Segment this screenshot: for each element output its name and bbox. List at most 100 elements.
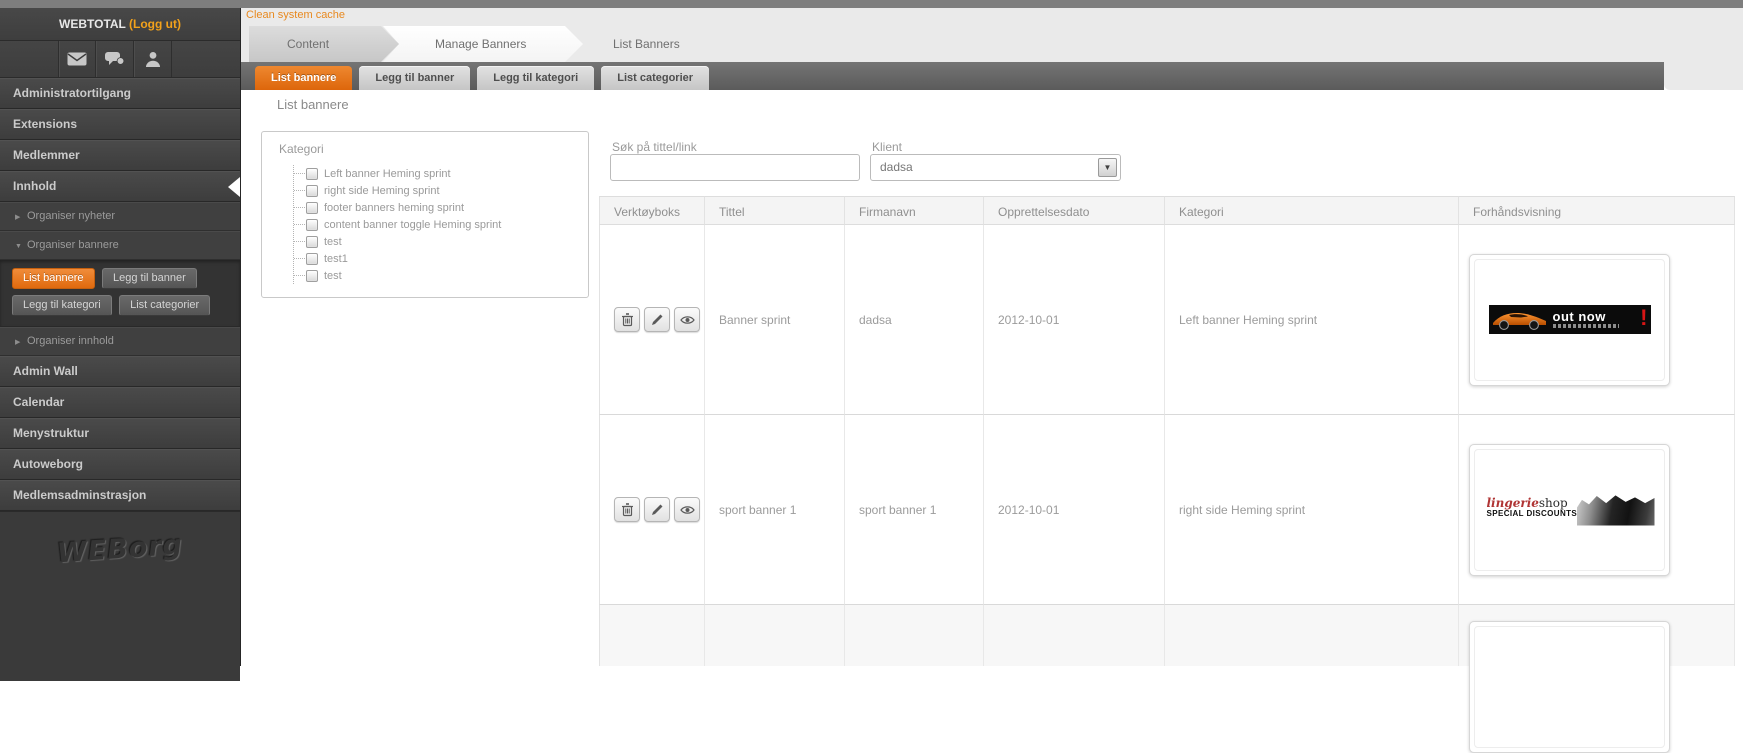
column-header-opprettelsesdato: Opprettelsesdato — [984, 196, 1165, 225]
checkbox[interactable] — [306, 201, 318, 214]
banner-text-block: lingerieshop SPECIAL DISCOUNTS — [1485, 494, 1577, 526]
sidebar-item-label: Medlemsadminstrasjon — [13, 488, 147, 502]
table-row-2-dato: 2012-10-01 — [984, 415, 1165, 605]
sidebar-item-administratortilgang[interactable]: Administratortilgang — [0, 78, 240, 109]
banner-text-block: out now — [1552, 310, 1619, 328]
user-button[interactable] — [134, 41, 172, 77]
banner-photo — [1576, 495, 1655, 526]
sidebar-item-calendar[interactable]: Calendar — [0, 387, 240, 418]
chat-button[interactable] — [96, 41, 134, 77]
tree-item[interactable]: test — [294, 267, 501, 284]
banner-preview-card[interactable] — [1469, 621, 1670, 753]
tab-list-categorier[interactable]: List categorier — [601, 66, 710, 90]
tab-legg-til-kategori[interactable]: Legg til kategori — [477, 66, 595, 90]
checkbox[interactable] — [306, 184, 318, 197]
legg-til-banner-button[interactable]: Legg til banner — [102, 268, 197, 289]
table-row-2-kategori: right side Heming sprint — [1165, 415, 1459, 605]
subitem-label: Organiser bannere — [27, 239, 119, 251]
list-bannere-button[interactable]: List bannere — [12, 268, 95, 289]
checkbox[interactable] — [306, 167, 318, 180]
table-row-2-tools — [599, 415, 705, 605]
user-icon — [145, 52, 160, 67]
tree-item[interactable]: Left banner Heming sprint — [294, 165, 501, 182]
legg-til-kategori-button[interactable]: Legg til kategori — [12, 295, 112, 316]
banner-tagline: SPECIAL DISCOUNTS — [1486, 508, 1578, 518]
search-label: Søk på tittel/link — [612, 140, 697, 154]
trash-icon — [621, 312, 633, 326]
tree-item-label: footer banners heming sprint — [324, 201, 465, 214]
table-row-1-dato: 2012-10-01 — [984, 225, 1165, 415]
tree-item[interactable]: footer banners heming sprint — [294, 199, 501, 216]
list-categorier-button[interactable]: List categorier — [119, 295, 211, 316]
klient-label: Klient — [872, 140, 903, 154]
sidebar-subitem-organiser-innhold[interactable]: ▶ Organiser innhold — [0, 327, 240, 356]
tree-item-label: test1 — [324, 252, 348, 265]
tree-item[interactable]: content banner toggle Heming sprint — [294, 216, 501, 233]
brand-title: WEBTOTAL — [59, 17, 126, 31]
tab-list-bannere[interactable]: List bannere — [255, 66, 353, 90]
banner-actions-panel: List bannere Legg til banner Legg til ka… — [0, 260, 240, 327]
sidebar-item-label: Menystruktur — [13, 426, 90, 440]
delete-button[interactable] — [614, 307, 640, 332]
sidebar-item-admin-wall[interactable]: Admin Wall — [0, 356, 240, 387]
pencil-icon — [651, 504, 662, 515]
search-input[interactable] — [610, 154, 860, 181]
card-frame — [1474, 626, 1665, 748]
dropdown-arrow-button[interactable]: ▼ — [1098, 158, 1117, 177]
mail-button[interactable] — [58, 41, 96, 77]
trash-icon — [621, 502, 633, 516]
tree-item[interactable]: test1 — [294, 250, 501, 267]
preview-button[interactable] — [674, 497, 700, 522]
table-row-1-tittel: Banner sprint — [705, 225, 845, 415]
mail-icon — [67, 52, 87, 66]
sidebar-footer: WEBorg — [0, 511, 240, 681]
chevron-down-icon: ▼ — [15, 243, 22, 250]
tree-item-label: Left banner Heming sprint — [324, 167, 451, 180]
banner-preview-card[interactable]: out now ! — [1469, 253, 1670, 386]
delete-button[interactable] — [614, 497, 640, 522]
sidebar-item-label: Administratortilgang — [13, 86, 132, 100]
tab-legg-til-banner[interactable]: Legg til banner — [359, 66, 471, 90]
sidebar-subitem-organiser-bannere[interactable]: ▼ Organiser bannere — [0, 231, 240, 260]
top-strip — [0, 0, 1743, 8]
table-row-3-firmanavn — [845, 605, 984, 666]
pencil-icon — [651, 314, 662, 325]
sidebar-item-medlemmer[interactable]: Medlemmer — [0, 140, 240, 171]
sidebar-subitem-organiser-nyheter[interactable]: ▶ Organiser nyheter — [0, 202, 240, 231]
checkbox[interactable] — [306, 252, 318, 265]
content-area: List bannere Kategori Left banner Heming… — [241, 90, 1743, 753]
breadcrumb-content[interactable]: Content — [249, 26, 399, 62]
edit-button[interactable] — [644, 497, 670, 522]
breadcrumb-band-right — [1664, 62, 1743, 90]
breadcrumb-manage-banners[interactable]: Manage Banners — [383, 26, 583, 62]
edit-button[interactable] — [644, 307, 670, 332]
main-area: Clean system cache Content Manage Banner… — [241, 8, 1743, 753]
sidebar-icon-row — [0, 41, 240, 78]
sidebar-item-autoweborg[interactable]: Autoweborg — [0, 449, 240, 480]
logout-link[interactable]: (Logg ut) — [129, 17, 181, 31]
sidebar-item-label: Admin Wall — [13, 364, 78, 378]
sidebar-item-medlemsadminstrasjon[interactable]: Medlemsadminstrasjon — [0, 480, 240, 511]
sidebar-item-menystruktur[interactable]: Menystruktur — [0, 418, 240, 449]
clean-cache-link[interactable]: Clean system cache — [246, 9, 345, 21]
sidebar-item-label: Medlemmer — [13, 148, 80, 162]
sidebar-item-innhold[interactable]: Innhold — [0, 171, 240, 202]
tree-item[interactable]: right side Heming sprint — [294, 182, 501, 199]
banner-preview-card[interactable]: lingerieshop SPECIAL DISCOUNTS — [1469, 443, 1670, 576]
checkbox[interactable] — [306, 235, 318, 248]
tree-item[interactable]: test — [294, 233, 501, 250]
preview-button[interactable] — [674, 307, 700, 332]
klient-dropdown[interactable]: dadsa ▼ — [870, 154, 1121, 181]
column-header-firmanavn: Firmanavn — [845, 196, 984, 225]
breadcrumb: Content Manage Banners List Banners — [249, 26, 737, 62]
chat-icon — [104, 52, 124, 65]
sidebar-item-label: Innhold — [13, 179, 57, 193]
checkbox[interactable] — [306, 218, 318, 231]
banner-table: Verktøyboks Tittel Firmanavn Opprettelse… — [599, 196, 1736, 753]
breadcrumb-list-banners[interactable]: List Banners — [567, 26, 737, 62]
banner-image-lingerie: lingerieshop SPECIAL DISCOUNTS — [1484, 493, 1655, 526]
subitem-label: Organiser nyheter — [27, 210, 116, 222]
weborg-logo: WEBorg — [56, 529, 184, 570]
sidebar-item-extensions[interactable]: Extensions — [0, 109, 240, 140]
checkbox[interactable] — [306, 269, 318, 282]
